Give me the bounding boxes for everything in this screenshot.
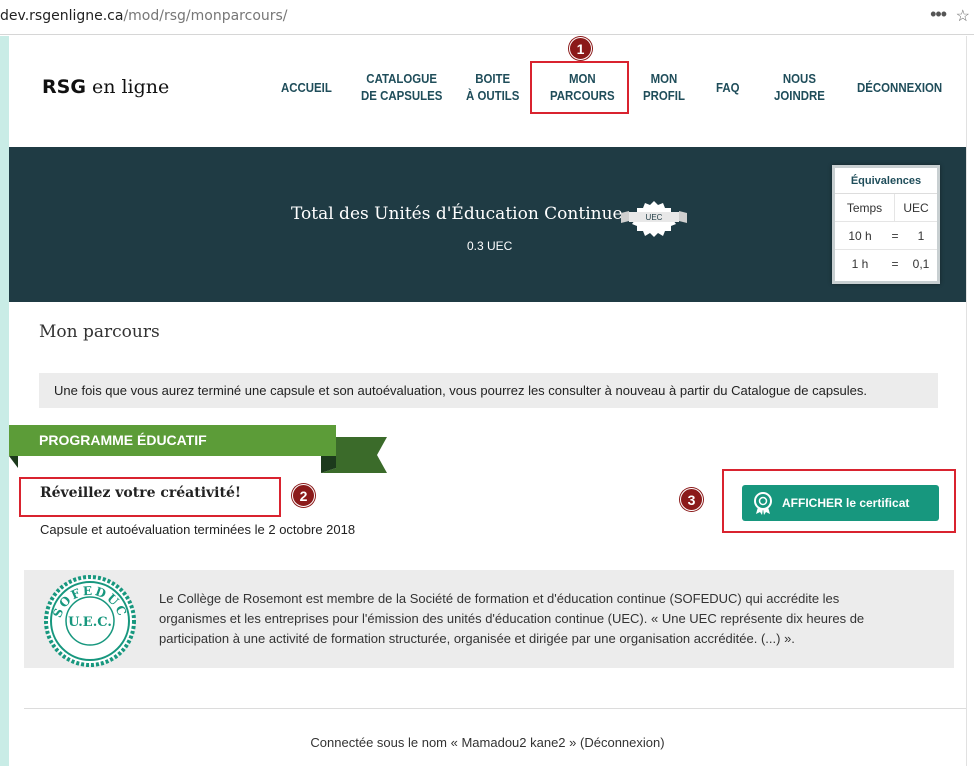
col-header-uec: UEC bbox=[903, 201, 929, 215]
footer-divider bbox=[24, 708, 966, 709]
bookmark-star-icon[interactable]: ☆ bbox=[956, 6, 970, 26]
program-ribbon: PROGRAMME ÉDUCATIF bbox=[9, 425, 336, 456]
equivalences-header-row: Temps UEC bbox=[835, 194, 937, 222]
page-title: Mon parcours bbox=[39, 322, 160, 342]
sofeduc-info-box: SOFEDUC U.E.C. Le Collège de Rosemont es… bbox=[24, 570, 954, 668]
equivalences-row: 1 h = 0,1 bbox=[835, 250, 937, 278]
logo-bold: RSG bbox=[42, 76, 86, 98]
uec-seal-icon: UEC bbox=[621, 201, 687, 237]
nav-label: CATALOGUE bbox=[366, 71, 438, 86]
cell-sep: = bbox=[891, 257, 899, 271]
nav-label: DÉCONNEXION bbox=[857, 80, 943, 95]
sofeduc-description: Le Collège de Rosemont est membre de la … bbox=[159, 591, 865, 646]
cell-uec: 1 bbox=[917, 229, 925, 243]
nav-faq[interactable]: FAQ bbox=[716, 79, 740, 119]
banner-title: Total des Unités d'Éducation Continue bbox=[291, 204, 623, 224]
nav-label: ACCUEIL bbox=[281, 80, 332, 95]
info-notice: Une fois que vous aurez terminé une caps… bbox=[39, 373, 938, 408]
logo-text: en ligne bbox=[85, 76, 170, 98]
annotation-badge-2: 2 bbox=[292, 484, 315, 507]
cell-uec: 0,1 bbox=[912, 257, 930, 271]
browser-url-bar[interactable]: dev.rsgenligne.ca/mod/rsg/monparcours/ •… bbox=[0, 0, 974, 35]
nav-accueil[interactable]: ACCUEIL bbox=[281, 79, 332, 119]
sofeduc-seal-icon: SOFEDUC U.E.C. bbox=[44, 575, 136, 667]
nav-mon-profil[interactable]: MON PROFIL bbox=[643, 70, 685, 110]
page-actions-menu-icon[interactable]: ••• bbox=[930, 4, 947, 25]
url-path: /mod/rsg/monparcours/ bbox=[123, 8, 288, 24]
url-text[interactable]: dev.rsgenligne.ca/mod/rsg/monparcours/ bbox=[0, 8, 288, 24]
nav-deconnexion[interactable]: DÉCONNEXION bbox=[857, 79, 942, 119]
cell-time: 10 h bbox=[848, 229, 872, 243]
annotation-badge-3: 3 bbox=[680, 488, 703, 511]
nav-label: BOITE bbox=[475, 71, 511, 86]
nav-boite-outils[interactable]: BOITE À OUTILS bbox=[466, 70, 519, 110]
highlight-box-mon-parcours bbox=[530, 61, 629, 114]
seal-label: UEC bbox=[646, 213, 663, 222]
user-profile-link[interactable]: Mamadou2 kane2 bbox=[461, 735, 565, 750]
cell-sep: = bbox=[891, 229, 899, 243]
footer-prefix: Connectée sous le nom « bbox=[310, 735, 462, 750]
highlight-box-certificate bbox=[722, 469, 956, 533]
equivalences-table: Équivalences Temps UEC 10 h = 1 1 h = 0,… bbox=[832, 165, 940, 284]
nav-label: FAQ bbox=[716, 80, 740, 95]
ribbon-fold bbox=[9, 456, 18, 468]
logout-link[interactable]: Déconnexion bbox=[584, 735, 660, 750]
footer-suffix: ) bbox=[660, 735, 665, 750]
nav-label: JOINDRE bbox=[774, 88, 825, 103]
page: RSG en ligne ACCUEIL CATALOGUE DE CAPSULE… bbox=[9, 36, 966, 766]
capsule-completion-status: Capsule et autoévaluation terminées le 2… bbox=[40, 522, 356, 537]
uec-total-value: 0.3 UEC bbox=[467, 239, 513, 253]
nav-catalogue[interactable]: CATALOGUE DE CAPSULES bbox=[361, 70, 442, 110]
site-logo[interactable]: RSG en ligne bbox=[42, 76, 169, 98]
equivalences-row: 10 h = 1 bbox=[835, 222, 937, 250]
nav-label: À OUTILS bbox=[466, 88, 520, 103]
highlight-box-capsule-title bbox=[19, 477, 281, 517]
equivalences-title: Équivalences bbox=[835, 168, 937, 194]
nav-nous-joindre[interactable]: NOUS JOINDRE bbox=[774, 70, 825, 110]
uec-banner: Total des Unités d'Éducation Continue UE… bbox=[9, 147, 966, 302]
page-frame: RSG en ligne ACCUEIL CATALOGUE DE CAPSULE… bbox=[0, 36, 974, 766]
login-status-footer: Connectée sous le nom « Mamadou2 kane2 »… bbox=[9, 735, 966, 750]
nav-label: DE CAPSULES bbox=[361, 88, 443, 103]
nav-label: PROFIL bbox=[643, 88, 685, 103]
url-host: dev.rsgenligne.ca bbox=[0, 8, 124, 24]
col-header-temps: Temps bbox=[835, 194, 895, 221]
ribbon-tail bbox=[321, 437, 387, 473]
nav-label: NOUS bbox=[782, 71, 816, 86]
browser-scroll-gutter bbox=[966, 36, 974, 766]
nav-label: MON bbox=[650, 71, 678, 86]
footer-mid: » ( bbox=[565, 735, 585, 750]
cell-time: 1 h bbox=[851, 257, 869, 271]
annotation-badge-1: 1 bbox=[569, 37, 592, 60]
seal-center-text: U.E.C. bbox=[68, 615, 112, 630]
